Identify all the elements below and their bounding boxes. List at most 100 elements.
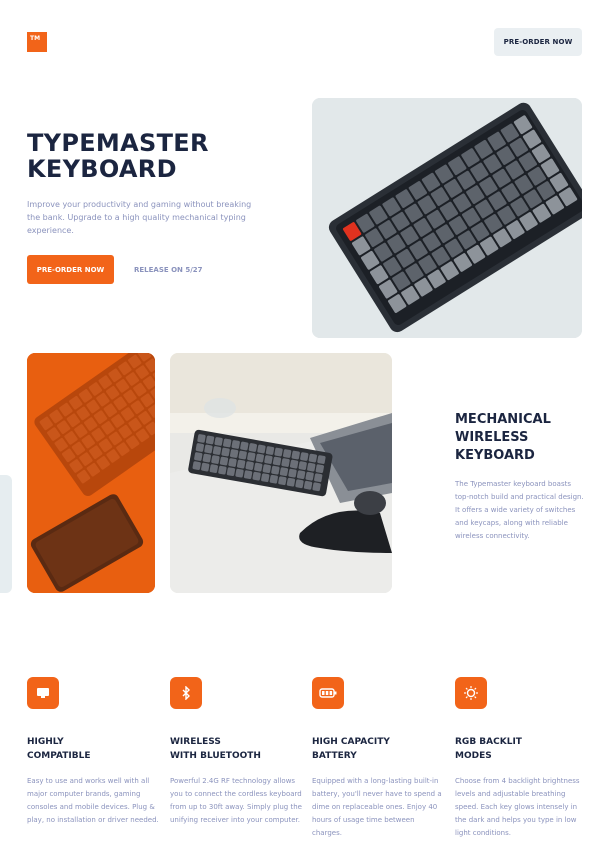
orange-keyboard-image bbox=[27, 353, 155, 593]
keycap bbox=[314, 473, 323, 483]
keycap bbox=[197, 434, 206, 443]
logo-text: TM bbox=[30, 35, 41, 42]
decorative-strip bbox=[0, 475, 12, 593]
logo[interactable]: TM bbox=[27, 32, 47, 52]
keycap bbox=[235, 468, 244, 478]
keycap bbox=[279, 467, 289, 477]
nav-preorder-button[interactable]: PRE-ORDER NOW bbox=[494, 28, 582, 56]
keycap bbox=[271, 465, 280, 475]
card-title-line: MODES bbox=[455, 751, 492, 761]
keycap bbox=[303, 480, 313, 490]
keycap bbox=[257, 444, 266, 454]
feature-card-battery: HIGH CAPACITY BATTERY Equipped with a lo… bbox=[312, 677, 444, 840]
keycap bbox=[212, 446, 222, 455]
card-title-line: RGB BACKLIT bbox=[455, 737, 522, 747]
hero-keyboard-image bbox=[312, 98, 582, 338]
keycap bbox=[312, 482, 321, 492]
keycap bbox=[269, 474, 278, 484]
battery-icon bbox=[312, 677, 344, 709]
bluetooth-icon bbox=[170, 677, 202, 709]
keycap bbox=[223, 438, 232, 448]
card-title-line: HIGH CAPACITY bbox=[312, 737, 390, 747]
keycap bbox=[195, 443, 205, 452]
keycap bbox=[278, 476, 287, 486]
release-date-link[interactable]: RELEASE ON 5/27 bbox=[134, 266, 203, 274]
keycap bbox=[226, 467, 236, 477]
keycap bbox=[295, 479, 304, 489]
keycap bbox=[219, 456, 229, 466]
keycap bbox=[298, 461, 307, 470]
keycap bbox=[209, 464, 218, 473]
card-title-line: HIGHLY bbox=[27, 737, 64, 747]
keycap bbox=[281, 458, 290, 467]
lightbulb-icon bbox=[455, 677, 487, 709]
keycap bbox=[236, 459, 246, 469]
keycap bbox=[255, 453, 265, 463]
keycap bbox=[231, 440, 240, 449]
keycap bbox=[307, 462, 316, 472]
keycap bbox=[243, 470, 253, 480]
keycap bbox=[194, 452, 203, 461]
keycap bbox=[248, 443, 258, 452]
card-title: WIRELESS WITH BLUETOOTH bbox=[170, 735, 302, 763]
card-title: RGB BACKLIT MODES bbox=[455, 735, 587, 763]
keycap bbox=[254, 462, 263, 472]
feature-title-line: KEYBOARD bbox=[455, 448, 535, 463]
keycap bbox=[283, 449, 292, 458]
keycap bbox=[221, 447, 230, 457]
hero-description: Improve your productivity and gaming wit… bbox=[27, 200, 252, 235]
feature-description: The Typemaster keyboard boasts top-notch… bbox=[455, 480, 584, 540]
card-description: Powerful 2.4G RF technology allows you t… bbox=[170, 777, 302, 824]
keycap bbox=[288, 468, 297, 478]
keycap bbox=[238, 450, 247, 460]
feature-card-rgb: RGB BACKLIT MODES Choose from 4 backligh… bbox=[455, 677, 587, 840]
keycap bbox=[204, 444, 213, 454]
keycap bbox=[192, 461, 201, 470]
hero-title: TYPEMASTER KEYBOARD bbox=[27, 130, 209, 182]
card-description: Easy to use and works well with all majo… bbox=[27, 777, 159, 824]
feature-title-line: MECHANICAL bbox=[455, 412, 551, 427]
card-title-line: WIRELESS bbox=[170, 737, 221, 747]
keycap bbox=[245, 461, 254, 470]
keycap bbox=[240, 441, 249, 451]
keycap bbox=[264, 455, 273, 464]
keycap bbox=[202, 453, 211, 463]
keycap bbox=[291, 450, 300, 460]
keycap bbox=[218, 465, 227, 475]
keycap bbox=[300, 452, 309, 461]
keycap bbox=[286, 477, 296, 487]
keycap bbox=[201, 462, 210, 472]
feature-card-bluetooth: WIRELESS WITH BLUETOOTH Powerful 2.4G RF… bbox=[170, 677, 302, 827]
hero-title-line: TYPEMASTER bbox=[27, 129, 209, 157]
monitor-icon bbox=[27, 677, 59, 709]
keycap bbox=[261, 473, 270, 483]
keycap bbox=[289, 459, 299, 469]
keycap bbox=[305, 471, 314, 481]
feature-title: MECHANICAL WIRELESS KEYBOARD bbox=[455, 411, 551, 465]
feature-title-line: WIRELESS bbox=[455, 430, 529, 445]
card-description: Equipped with a long-lasting built-in ba… bbox=[312, 777, 442, 837]
keycap bbox=[315, 464, 324, 473]
feature-card-compatible: HIGHLY COMPATIBLE Easy to use and works … bbox=[27, 677, 159, 827]
keycap bbox=[308, 453, 318, 463]
hero-title-line: KEYBOARD bbox=[27, 155, 177, 183]
keycap bbox=[229, 449, 239, 458]
keycap bbox=[228, 458, 237, 467]
card-title: HIGHLY COMPATIBLE bbox=[27, 735, 159, 763]
keycap bbox=[265, 446, 275, 455]
keycap bbox=[211, 455, 220, 464]
keycap bbox=[262, 464, 271, 473]
card-description: Choose from 4 backlight brightness level… bbox=[455, 777, 580, 837]
keycap bbox=[272, 456, 282, 466]
desk-setup-image bbox=[170, 353, 392, 593]
preorder-button[interactable]: PRE-ORDER NOW bbox=[27, 255, 114, 284]
keycap bbox=[317, 455, 326, 464]
card-title-line: WITH BLUETOOTH bbox=[170, 751, 261, 761]
keycap bbox=[296, 470, 306, 480]
card-title: HIGH CAPACITY BATTERY bbox=[312, 735, 444, 763]
card-title-line: BATTERY bbox=[312, 751, 357, 761]
keycap bbox=[214, 437, 223, 446]
keycap bbox=[252, 471, 261, 481]
keycap bbox=[274, 447, 283, 457]
keycap bbox=[247, 452, 256, 461]
